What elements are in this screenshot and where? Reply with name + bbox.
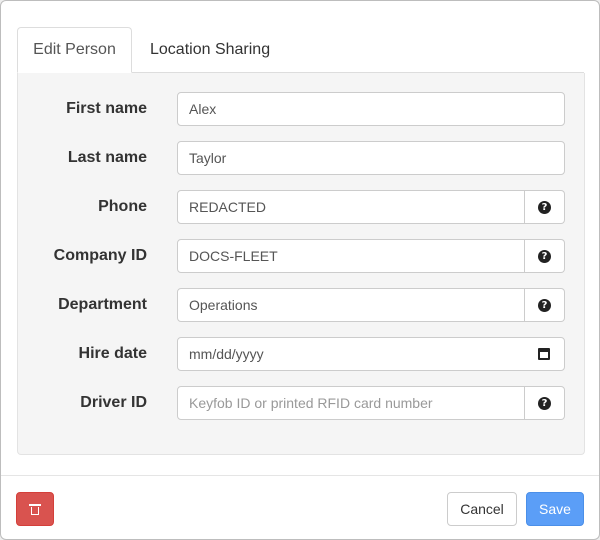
driver-id-label: Driver ID	[80, 394, 147, 411]
hire-date-field-wrap: mm/dd/yyyy	[177, 337, 565, 371]
delete-button[interactable]	[16, 492, 54, 526]
driver-id-help-button[interactable]: ?	[525, 386, 565, 420]
phone-help-button[interactable]: ?	[525, 190, 565, 224]
company-id-input[interactable]	[177, 239, 525, 273]
calendar-icon[interactable]	[538, 348, 550, 360]
phone-row: Phone ?	[18, 190, 586, 224]
department-row: Department ?	[18, 288, 586, 322]
first-name-input[interactable]	[177, 92, 565, 126]
first-name-row: First name	[18, 92, 586, 126]
question-circle-icon: ?	[538, 396, 551, 410]
first-name-label: First name	[66, 100, 147, 117]
department-input[interactable]	[177, 288, 525, 322]
phone-input[interactable]	[177, 190, 525, 224]
first-name-field-wrap	[177, 92, 565, 126]
company-id-label: Company ID	[53, 247, 147, 264]
question-circle-icon: ?	[538, 249, 551, 263]
department-help-button[interactable]: ?	[525, 288, 565, 322]
phone-field-wrap: ?	[177, 190, 565, 224]
driver-id-field-wrap: ?	[177, 386, 565, 420]
hire-date-row: Hire date mm/dd/yyyy	[18, 337, 586, 371]
department-label: Department	[58, 296, 147, 313]
tab-edit-person[interactable]: Edit Person	[17, 27, 132, 73]
tab-bar: Edit Person Location Sharing	[17, 27, 584, 73]
hire-date-label: Hire date	[78, 345, 147, 362]
last-name-row: Last name	[18, 141, 586, 175]
hire-date-input[interactable]: mm/dd/yyyy	[177, 337, 565, 371]
company-id-help-button[interactable]: ?	[525, 239, 565, 273]
edit-person-form: First name Last name Phone ? Company ID	[17, 73, 585, 455]
edit-person-modal: Edit Person Location Sharing First name …	[0, 0, 600, 540]
company-id-field-wrap: ?	[177, 239, 565, 273]
trash-icon	[29, 503, 41, 515]
tab-location-sharing[interactable]: Location Sharing	[133, 27, 287, 72]
question-circle-icon: ?	[538, 298, 551, 312]
last-name-label: Last name	[67, 149, 147, 166]
hire-date-placeholder: mm/dd/yyyy	[189, 346, 264, 362]
cancel-button[interactable]: Cancel	[447, 492, 517, 526]
driver-id-input[interactable]	[177, 386, 525, 420]
modal-footer: Cancel Save	[1, 475, 599, 539]
department-field-wrap: ?	[177, 288, 565, 322]
driver-id-row: Driver ID ?	[18, 386, 586, 420]
company-id-row: Company ID ?	[18, 239, 586, 273]
last-name-input[interactable]	[177, 141, 565, 175]
save-button[interactable]: Save	[526, 492, 584, 526]
question-circle-icon: ?	[538, 200, 551, 214]
phone-label: Phone	[98, 198, 147, 215]
last-name-field-wrap	[177, 141, 565, 175]
